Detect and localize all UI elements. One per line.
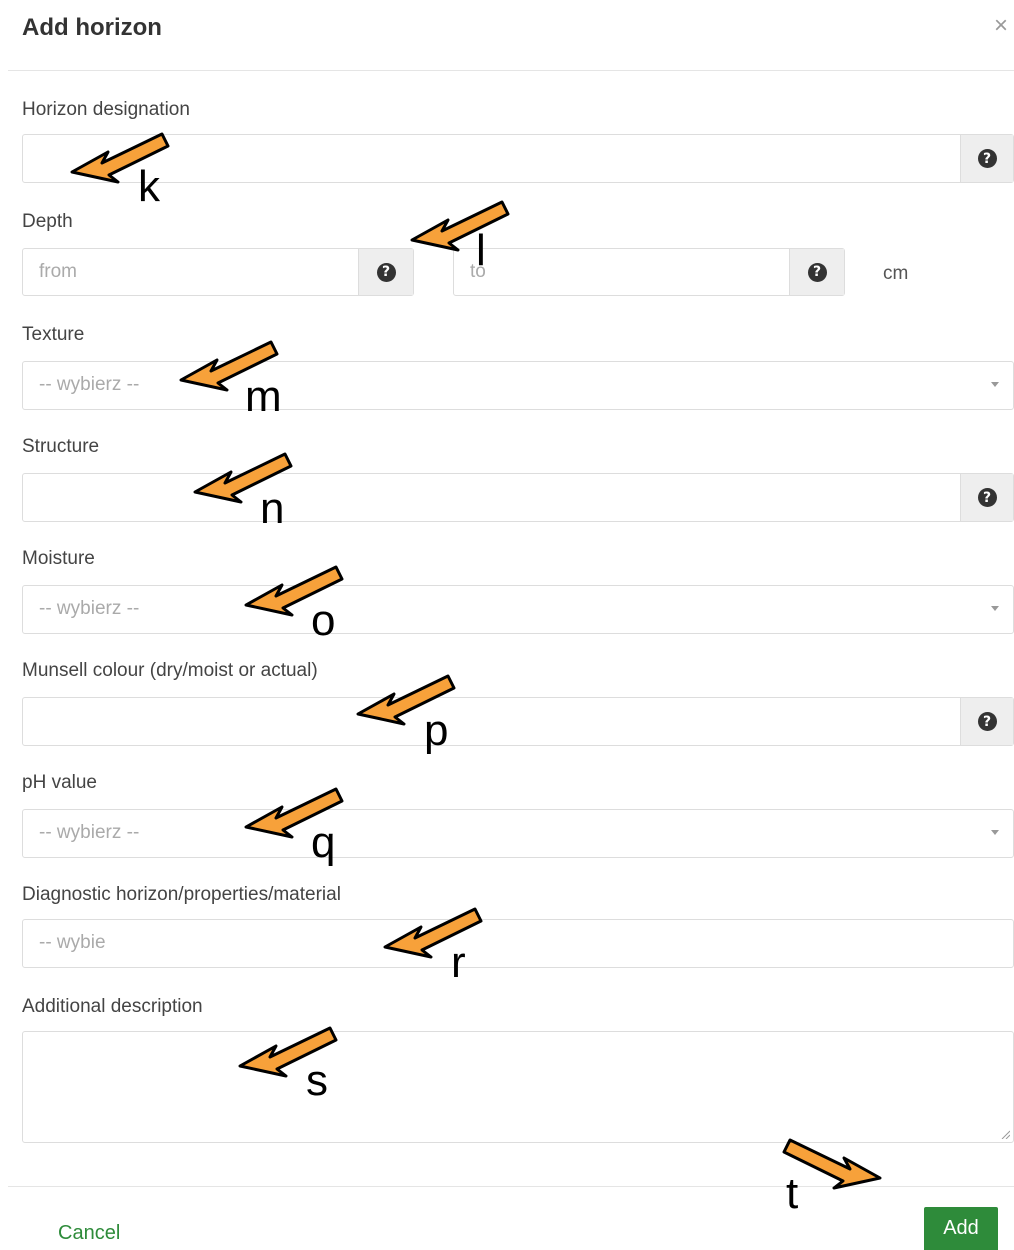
annotation-label-k: k <box>138 162 160 211</box>
annotation-label-n: n <box>260 484 285 533</box>
annotation-label-t: t <box>786 1169 799 1218</box>
annotation-label-q: q <box>311 818 336 867</box>
annotation-arrow <box>410 200 510 252</box>
annotation-label-l: l <box>476 226 486 275</box>
annotation-arrow <box>782 1138 882 1190</box>
annotation-label-m: m <box>245 372 282 421</box>
annotation-label-s: s <box>306 1056 328 1105</box>
annotation-label-p: p <box>424 706 449 755</box>
annotation-label-r: r <box>451 938 466 987</box>
annotation-arrow <box>383 907 483 959</box>
annotation-label-o: o <box>311 596 336 645</box>
